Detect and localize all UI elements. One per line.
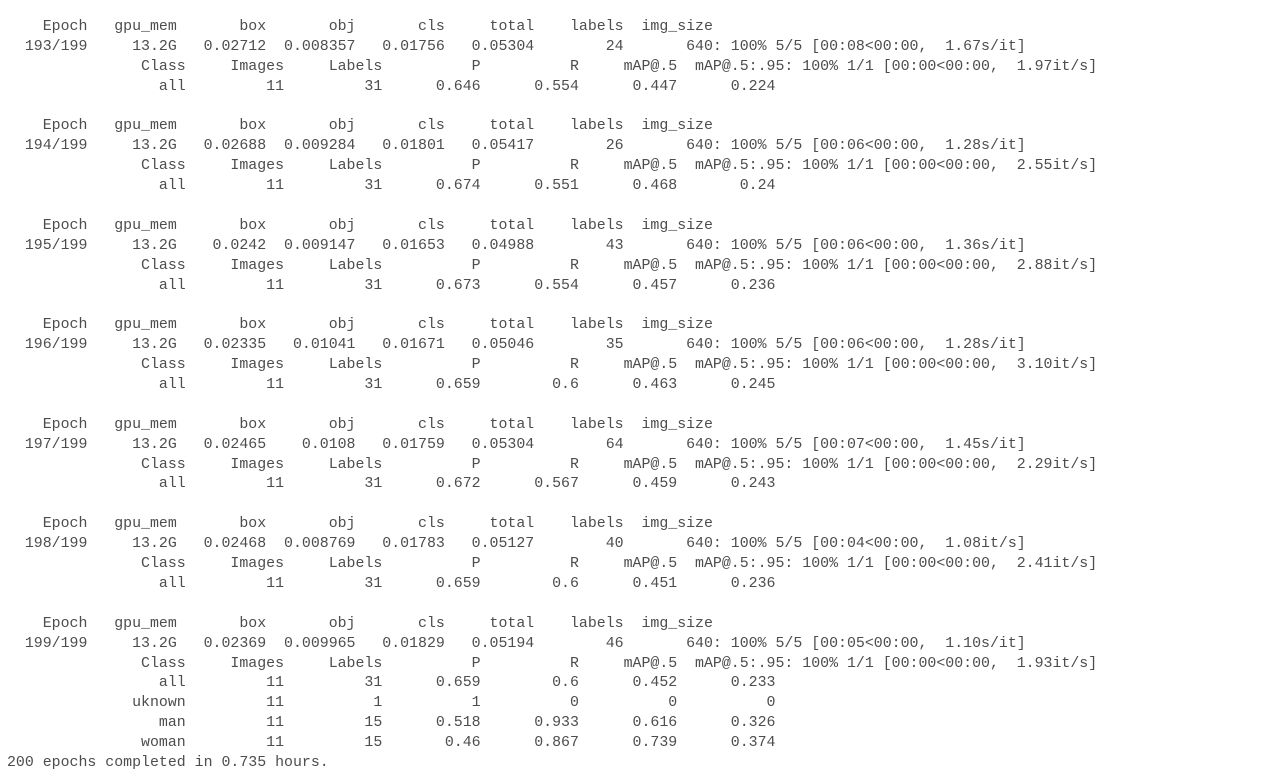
terminal-line: 196/199 13.2G 0.02335 0.01041 0.01671 0.… [7, 337, 1026, 354]
terminal-line: Class Images Labels P R mAP@.5 mAP@.5:.9… [7, 58, 1098, 75]
terminal-line: Class Images Labels P R mAP@.5 mAP@.5:.9… [7, 257, 1098, 274]
terminal-line: Epoch gpu_mem box obj cls total labels i… [7, 416, 713, 433]
terminal-line: 197/199 13.2G 0.02465 0.0108 0.01759 0.0… [7, 436, 1026, 453]
terminal-line: Class Images Labels P R mAP@.5 mAP@.5:.9… [7, 456, 1098, 473]
terminal-line: 198/199 13.2G 0.02468 0.008769 0.01783 0… [7, 536, 1026, 553]
terminal-line: all 11 31 0.659 0.6 0.451 0.236 [7, 575, 776, 592]
terminal-line: uknown 11 1 1 0 0 0 [7, 695, 776, 712]
terminal-line: Class Images Labels P R mAP@.5 mAP@.5:.9… [7, 357, 1098, 374]
terminal-line: Epoch gpu_mem box obj cls total labels i… [7, 615, 713, 632]
terminal-line: Epoch gpu_mem box obj cls total labels i… [7, 317, 713, 334]
terminal-output: Epoch gpu_mem box obj cls total labels i… [0, 0, 1274, 777]
terminal-line: Class Images Labels P R mAP@.5 mAP@.5:.9… [7, 655, 1098, 672]
terminal-line: all 11 31 0.673 0.554 0.457 0.236 [7, 277, 776, 294]
terminal-line: Epoch gpu_mem box obj cls total labels i… [7, 19, 713, 35]
terminal-line: woman 11 15 0.46 0.867 0.739 0.374 [7, 735, 776, 752]
terminal-line: 195/199 13.2G 0.0242 0.009147 0.01653 0.… [7, 237, 1026, 254]
terminal-line: Epoch gpu_mem box obj cls total labels i… [7, 516, 713, 533]
terminal-line: all 11 31 0.672 0.567 0.459 0.243 [7, 476, 776, 493]
terminal-line: 199/199 13.2G 0.02369 0.009965 0.01829 0… [7, 635, 1026, 652]
terminal-line: 194/199 13.2G 0.02688 0.009284 0.01801 0… [7, 138, 1026, 155]
terminal-line: all 11 31 0.659 0.6 0.463 0.245 [7, 377, 776, 394]
terminal-line: Epoch gpu_mem box obj cls total labels i… [7, 217, 713, 234]
terminal-line: all 11 31 0.646 0.554 0.447 0.224 [7, 78, 776, 95]
completion-message: 200 epochs completed in 0.735 hours. [7, 754, 329, 771]
terminal-line: Class Images Labels P R mAP@.5 mAP@.5:.9… [7, 556, 1098, 573]
terminal-line: all 11 31 0.674 0.551 0.468 0.24 [7, 178, 776, 195]
terminal-line: Epoch gpu_mem box obj cls total labels i… [7, 118, 713, 135]
terminal-line: 193/199 13.2G 0.02712 0.008357 0.01756 0… [7, 38, 1026, 55]
terminal-line: Class Images Labels P R mAP@.5 mAP@.5:.9… [7, 158, 1098, 175]
terminal-line: all 11 31 0.659 0.6 0.452 0.233 [7, 675, 776, 692]
terminal-line: man 11 15 0.518 0.933 0.616 0.326 [7, 715, 776, 732]
